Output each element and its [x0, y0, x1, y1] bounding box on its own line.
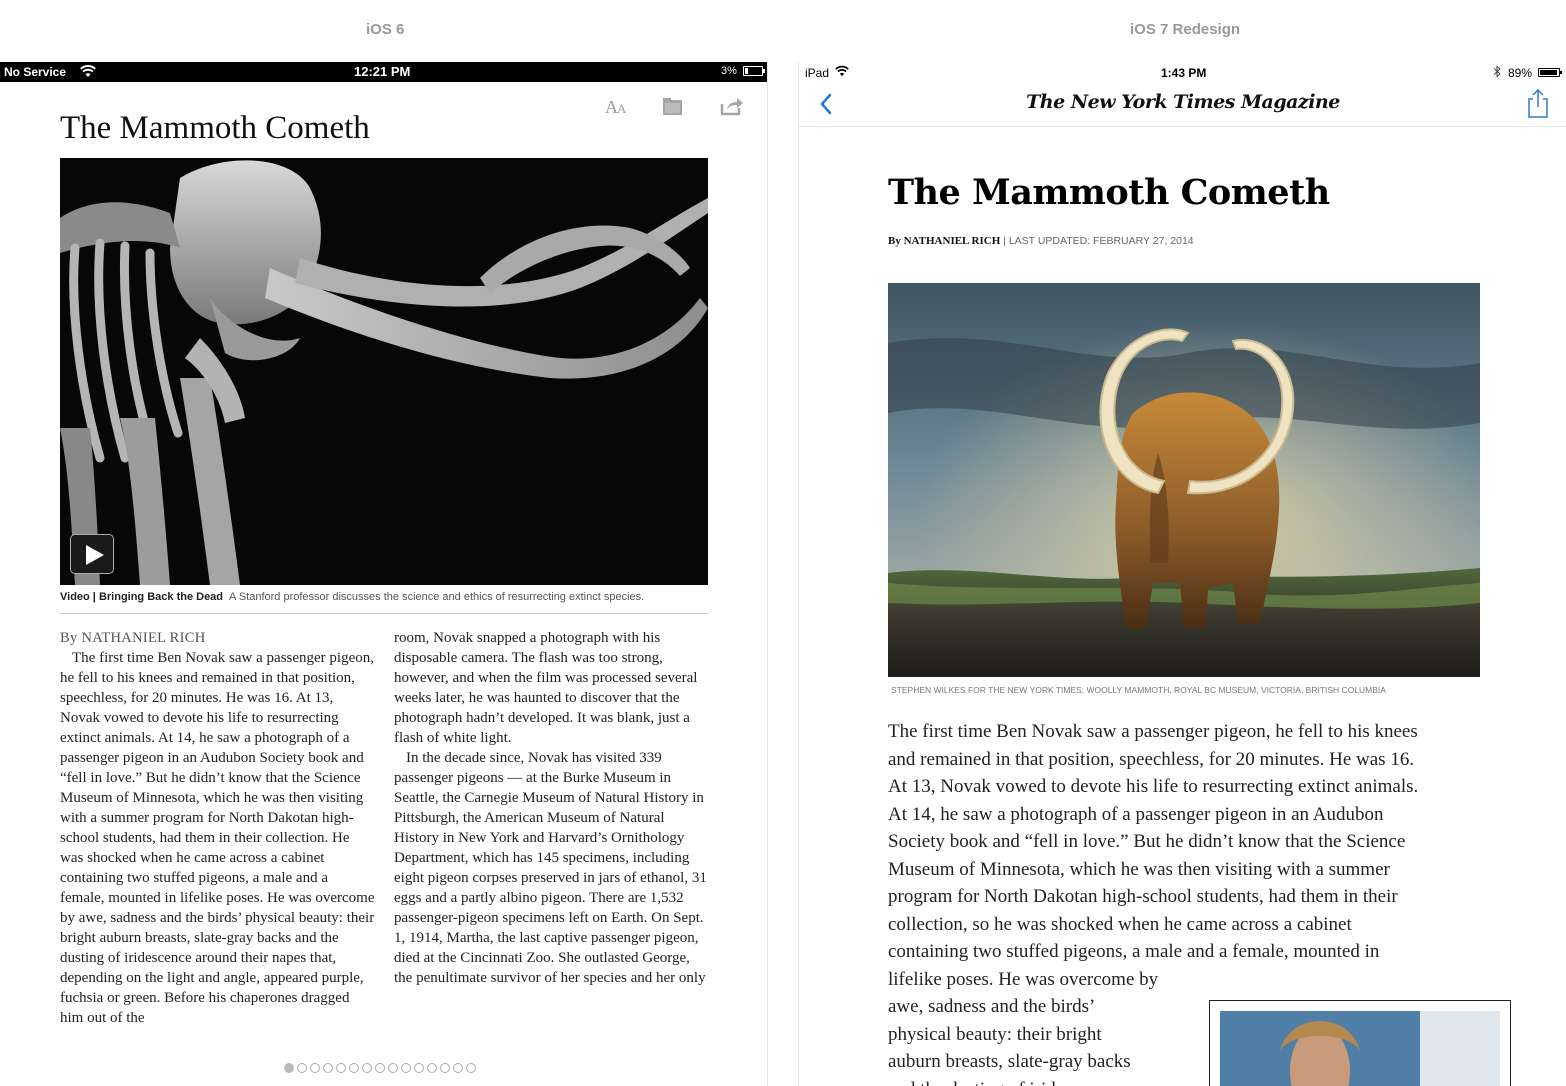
page-dot[interactable] — [284, 1063, 294, 1073]
woolly-mammoth-image — [888, 283, 1480, 677]
body-line: and remained in that position, speechles… — [888, 748, 1415, 770]
page-dot[interactable] — [440, 1063, 450, 1073]
page-dot[interactable] — [310, 1063, 320, 1073]
article-column-1: By NATHANIEL RICH The first time Ben Nov… — [60, 628, 376, 1028]
share-icon[interactable] — [719, 94, 745, 118]
mammoth-skeleton-image — [60, 160, 708, 585]
article-photo[interactable] — [888, 283, 1480, 677]
battery-percent: 89% — [1508, 66, 1533, 80]
photo-credit: STEPHEN WILKES FOR THE NEW YORK TIMES; W… — [891, 685, 1386, 695]
body-line: containing two stuffed pigeons, a male a… — [888, 941, 1380, 962]
device-label: iPad — [805, 66, 830, 80]
inset-image-box[interactable] — [1209, 1000, 1511, 1086]
byline: By NATHANIEL RICH — [60, 630, 206, 646]
caption-text: A Stanford professor discusses the scien… — [229, 591, 645, 603]
body-line: At 13, Novak vowed to devote his life to… — [888, 776, 1419, 797]
byline: By NATHANIEL RICH | LAST UPDATED: FEBRUA… — [888, 235, 1194, 247]
clock: 1:43 PM — [1161, 66, 1207, 80]
article-title: The Mammoth Cometh — [888, 172, 1330, 213]
caption-heading: Video | Bringing Back the Dead — [60, 591, 224, 603]
byline-author: By NATHANIEL RICH — [888, 235, 1001, 247]
page-dot[interactable] — [375, 1063, 385, 1073]
ios6-screen-edge — [767, 62, 768, 1086]
share-icon[interactable] — [1527, 88, 1549, 118]
battery-icon — [1538, 68, 1562, 77]
play-button[interactable] — [70, 534, 114, 574]
page-dot[interactable] — [453, 1063, 463, 1073]
divider — [60, 613, 708, 614]
body-line: At 14, he saw a photograph of a passenge… — [888, 803, 1384, 825]
status-bar: No Service 12:21 PM 3% — [0, 62, 768, 82]
video-caption: Video | Bringing Back the Dead A Stanford… — [60, 591, 708, 603]
page-dot[interactable] — [297, 1063, 307, 1073]
wifi-icon — [80, 64, 96, 81]
page-dot[interactable] — [323, 1063, 333, 1073]
folder-icon[interactable] — [661, 94, 687, 118]
svg-text:A: A — [617, 101, 627, 116]
navigation-bar: The New York Times Magazine — [799, 82, 1566, 127]
font-size-icon[interactable]: AA — [604, 94, 630, 118]
video-player[interactable] — [60, 158, 708, 585]
carrier-label: No Service — [4, 65, 67, 79]
body-line: lifelike poses. He was overcome by — [888, 968, 1159, 990]
ios6-screen: No Service 12:21 PM 3% AA The Mammoth Co… — [0, 62, 768, 1086]
article-column-2: room, Novak snapped a photograph with hi… — [394, 628, 708, 988]
masthead-logo: The New York Times Magazine — [1026, 91, 1340, 113]
clock: 12:21 PM — [354, 64, 411, 79]
body-line: The first time Ben Novak saw a passenger… — [888, 721, 1418, 742]
body-line: program for North Dakotan high-school st… — [888, 886, 1398, 907]
page-dot[interactable] — [427, 1063, 437, 1073]
ios7-screen: iPad 1:43 PM 89% The New York Times Maga… — [798, 62, 1566, 1086]
battery-icon — [743, 66, 765, 76]
page-dot[interactable] — [349, 1063, 359, 1073]
page-dot[interactable] — [362, 1063, 372, 1073]
status-bar: iPad 1:43 PM 89% — [799, 62, 1566, 82]
ios6-label: iOS 6 — [366, 21, 405, 38]
byline-updated: | LAST UPDATED: FEBRUARY 27, 2014 — [1003, 235, 1194, 247]
page-dot[interactable] — [336, 1063, 346, 1073]
page-indicator[interactable] — [284, 1063, 476, 1073]
bluetooth-icon — [1493, 65, 1501, 81]
page-dot[interactable] — [414, 1063, 424, 1073]
page-dot[interactable] — [388, 1063, 398, 1073]
paragraph: room, Novak snapped a photograph with hi… — [394, 630, 698, 746]
page-dot[interactable] — [466, 1063, 476, 1073]
paragraph: In the decade since, Novak has visited 3… — [394, 750, 707, 986]
page-dot[interactable] — [401, 1063, 411, 1073]
wifi-icon — [835, 65, 849, 80]
body-line: collection, so he was shocked when he ca… — [888, 913, 1352, 935]
body-line: Museum of Minnesota, which he was then v… — [888, 858, 1390, 880]
battery-percent: 3% — [721, 65, 737, 77]
ios7-label: iOS 7 Redesign — [1130, 21, 1241, 38]
inset-photo — [1220, 1011, 1500, 1086]
paragraph: The first time Ben Novak saw a passenger… — [60, 650, 375, 1026]
article-title: The Mammoth Cometh — [60, 110, 370, 146]
body-line: Society book and “fell in love.” But he … — [888, 831, 1406, 852]
